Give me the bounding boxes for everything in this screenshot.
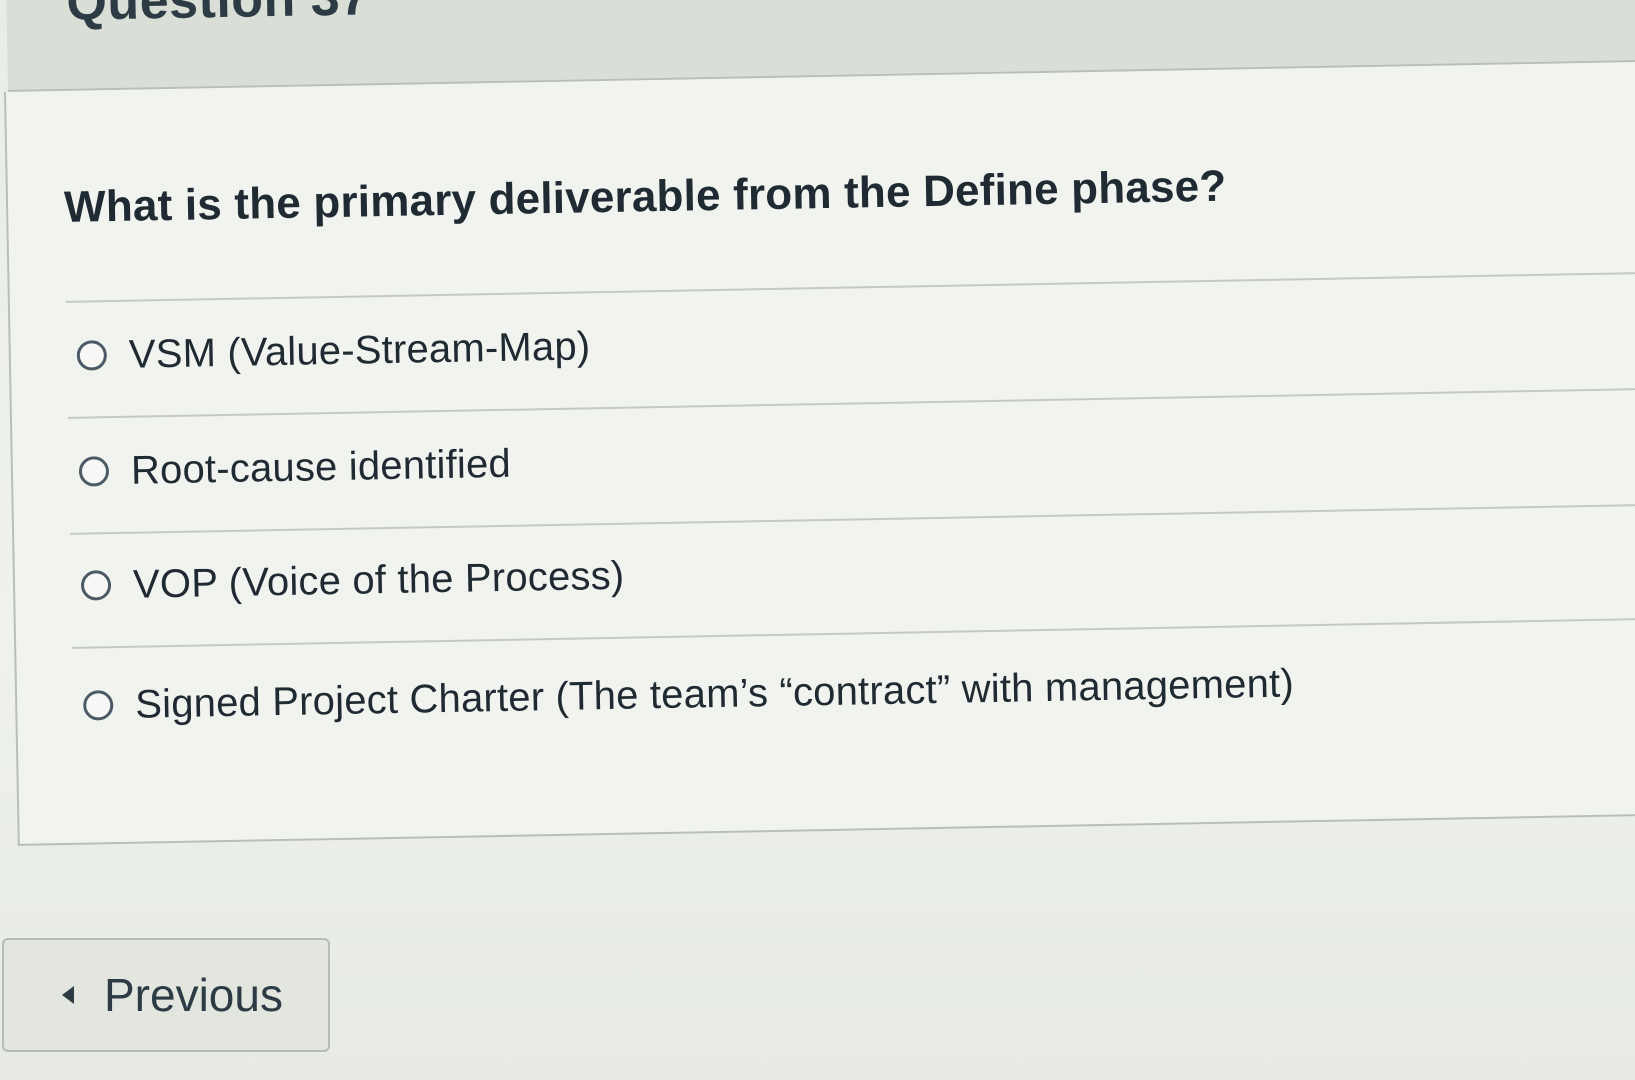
caret-left-icon	[62, 986, 74, 1004]
answer-label: VSM (Value-Stream-Map)	[128, 323, 591, 377]
previous-button-label: Previous	[104, 969, 283, 1021]
answer-divider	[67, 387, 1635, 419]
quiz-page: Question 37 What is the primary delivera…	[0, 0, 1635, 1080]
previous-button[interactable]: Previous	[2, 938, 330, 1052]
answer-option-4[interactable]: Signed Project Charter (The team’s “cont…	[82, 648, 1295, 740]
answer-label: Root-cause identified	[130, 441, 512, 493]
answer-divider	[72, 617, 1635, 649]
question-number-title: Question 37	[65, 0, 371, 32]
answer-option-1[interactable]: VSM (Value-Stream-Map)	[76, 311, 591, 390]
answer-divider	[70, 503, 1635, 535]
radio-button[interactable]	[78, 456, 110, 487]
answer-option-3[interactable]: VOP (Voice of the Process)	[80, 541, 625, 621]
answer-label: Signed Project Charter (The team’s “cont…	[134, 660, 1295, 727]
radio-button[interactable]	[82, 690, 114, 721]
question-card: What is the primary deliverable from the…	[4, 61, 1635, 846]
radio-button[interactable]	[80, 570, 112, 601]
answer-divider	[65, 271, 1635, 303]
answer-option-2[interactable]: Root-cause identified	[78, 429, 511, 507]
answer-label: VOP (Voice of the Process)	[132, 553, 625, 607]
radio-button[interactable]	[76, 340, 108, 371]
question-text: What is the primary deliverable from the…	[63, 161, 1227, 232]
